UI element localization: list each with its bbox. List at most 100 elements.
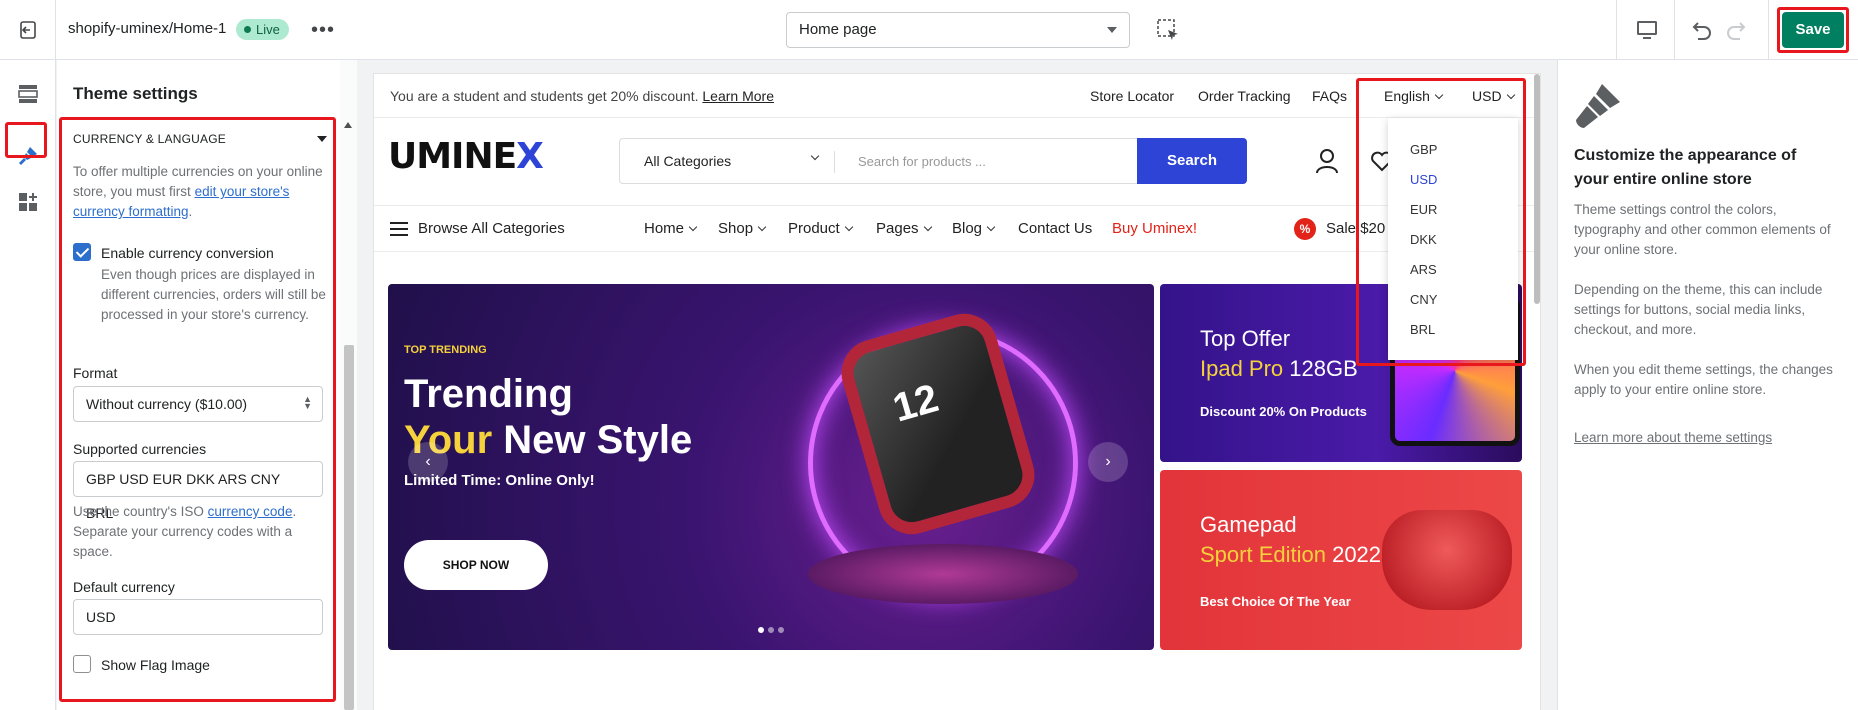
currency-description: To offer multiple currencies on your onl… xyxy=(73,162,333,222)
default-currency-label: Default currency xyxy=(73,579,175,595)
preview-scrollbar[interactable] xyxy=(1534,74,1540,304)
carousel-dot[interactable] xyxy=(778,627,784,633)
user-account-icon[interactable] xyxy=(1314,148,1340,174)
chevron-down-icon xyxy=(757,222,767,232)
supported-currencies-help: Use the country's ISO currency code. Sep… xyxy=(73,502,323,562)
app-embeds-nav-button[interactable] xyxy=(12,186,44,218)
currency-value: USD xyxy=(1472,88,1502,104)
paintbrush-icon xyxy=(1576,84,1620,128)
chevron-down-icon xyxy=(844,222,853,232)
logo-text: UMINE xyxy=(388,136,517,177)
nav-item-pages[interactable]: Pages xyxy=(876,220,932,237)
hamburger-menu-icon[interactable] xyxy=(390,222,408,236)
offer1-title: Top Offer xyxy=(1200,326,1291,351)
currency-dropdown: GBP USD EUR DKK ARS CNY BRL xyxy=(1388,118,1518,360)
store-logo[interactable]: UMINEX xyxy=(388,136,544,177)
undo-button[interactable] xyxy=(1686,16,1716,44)
format-select-value: Without currency ($10.00) xyxy=(86,396,248,412)
search-category-select[interactable]: All Categories xyxy=(644,153,731,169)
faqs-link[interactable]: FAQs xyxy=(1312,88,1347,104)
theme-settings-nav-button[interactable] xyxy=(12,140,44,172)
redo-icon xyxy=(1727,22,1746,40)
store-locator-link[interactable]: Store Locator xyxy=(1090,88,1174,104)
enable-currency-conversion-checkbox[interactable] xyxy=(73,243,91,261)
section-title: CURRENCY & LANGUAGE xyxy=(73,132,226,146)
chevron-down-icon xyxy=(923,222,932,232)
nav-item-buy-uminex[interactable]: Buy Uminex! xyxy=(1112,220,1197,237)
nav-label: Home xyxy=(644,220,685,237)
page-selector[interactable]: Home page xyxy=(786,12,1130,48)
sections-nav-button[interactable] xyxy=(12,78,44,110)
show-flag-image-checkbox[interactable] xyxy=(73,655,91,673)
select-arrows-icon: ▲ ▼ xyxy=(303,394,312,411)
search-input[interactable]: Search for products ... xyxy=(858,154,986,169)
panel-scrollbar-thumb[interactable] xyxy=(344,345,354,710)
search-button[interactable]: Search xyxy=(1137,138,1247,184)
carousel-next-arrow-icon[interactable]: › xyxy=(1088,442,1128,482)
browse-categories-button[interactable]: Browse All Categories xyxy=(418,220,565,237)
scroll-up-arrow-icon[interactable] xyxy=(344,122,352,128)
offer2-highlight: Sport Edition xyxy=(1200,542,1326,567)
carousel-dot[interactable] xyxy=(758,627,764,633)
store-name: shopify-uminex/Home-1 xyxy=(68,20,227,37)
currency-option-gbp[interactable]: GBP xyxy=(1410,142,1437,157)
nav-item-contact[interactable]: Contact Us xyxy=(1018,220,1092,237)
currency-option-brl[interactable]: BRL xyxy=(1410,322,1435,337)
save-button[interactable]: Save xyxy=(1782,12,1844,48)
device-preview-button[interactable] xyxy=(1632,16,1662,44)
order-tracking-link[interactable]: Order Tracking xyxy=(1198,88,1291,104)
sale-link[interactable]: Sale $20 xyxy=(1326,220,1385,237)
language-switcher[interactable]: English xyxy=(1384,88,1444,104)
exit-editor-button[interactable] xyxy=(0,0,56,60)
hero-title-line1: Trending xyxy=(404,372,573,416)
promo-message: You are a student and students get 20% d… xyxy=(390,88,774,104)
currency-code-link[interactable]: currency code xyxy=(208,504,293,519)
currency-switcher[interactable]: USD xyxy=(1472,88,1515,104)
podium-decoration xyxy=(808,544,1078,604)
offer2-caption: Best Choice Of The Year xyxy=(1200,594,1351,609)
nav-label: Pages xyxy=(876,220,919,237)
info-paragraph-1: Theme settings control the colors, typog… xyxy=(1574,202,1831,257)
currency-option-ars[interactable]: ARS xyxy=(1410,262,1437,277)
format-label: Format xyxy=(73,365,118,381)
hero-banner[interactable]: 12 TOP TRENDING Trending Your New Style … xyxy=(388,284,1154,650)
offer1-caption: Discount 20% On Products xyxy=(1200,404,1367,419)
chevron-down-icon xyxy=(688,222,698,232)
carousel-dots xyxy=(758,620,788,638)
currency-option-eur[interactable]: EUR xyxy=(1410,202,1437,217)
caret-down-icon xyxy=(317,136,327,142)
format-select[interactable]: Without currency ($10.00) ▲ ▼ xyxy=(73,386,323,422)
inspector-toggle-button[interactable] xyxy=(1154,16,1182,44)
redo-button[interactable] xyxy=(1722,16,1752,44)
nav-item-blog[interactable]: Blog xyxy=(952,220,996,237)
gamepad-offer-banner[interactable]: Gamepad Sport Edition 2022 Best Choice O… xyxy=(1160,470,1522,650)
currency-option-cny[interactable]: CNY xyxy=(1410,292,1437,307)
description-end: . xyxy=(188,204,193,219)
select-cursor-icon xyxy=(1157,19,1178,40)
currency-option-usd[interactable]: USD xyxy=(1410,172,1437,187)
offer2-subtitle: Sport Edition 2022 xyxy=(1200,542,1381,568)
carousel-dot[interactable] xyxy=(768,627,774,633)
currency-language-section-toggle[interactable]: CURRENCY & LANGUAGE xyxy=(73,132,327,146)
sections-icon xyxy=(18,85,38,103)
theme-settings-info-panel: Customize the appearance of your entire … xyxy=(1557,60,1858,710)
chevron-down-icon xyxy=(1506,90,1515,100)
more-actions-button[interactable]: ••• xyxy=(308,15,338,45)
carousel-prev-arrow-icon[interactable]: ‹ xyxy=(408,442,448,482)
learn-more-theme-settings-link[interactable]: Learn more about theme settings xyxy=(1574,428,1834,448)
offer1-subtitle: Ipad Pro 128GB xyxy=(1200,356,1358,382)
supported-currencies-input[interactable]: GBP USD EUR DKK ARS CNY BRL xyxy=(73,461,323,521)
chevron-down-icon xyxy=(1107,27,1117,33)
page-selector-value: Home page xyxy=(799,21,877,38)
shop-now-button[interactable]: SHOP NOW xyxy=(404,540,548,590)
nav-item-home[interactable]: Home xyxy=(644,220,698,237)
nav-item-shop[interactable]: Shop xyxy=(718,220,767,237)
learn-more-link[interactable]: Learn More xyxy=(702,88,774,104)
storefront-preview: You are a student and students get 20% d… xyxy=(374,74,1540,710)
enable-currency-help: Even though prices are displayed in diff… xyxy=(101,267,326,322)
nav-item-product[interactable]: Product xyxy=(788,220,853,237)
currency-option-dkk[interactable]: DKK xyxy=(1410,232,1437,247)
info-paragraph-2: Depending on the theme, this can include… xyxy=(1574,282,1823,337)
default-currency-input[interactable]: USD xyxy=(73,599,323,635)
live-status-badge: Live xyxy=(236,19,289,40)
